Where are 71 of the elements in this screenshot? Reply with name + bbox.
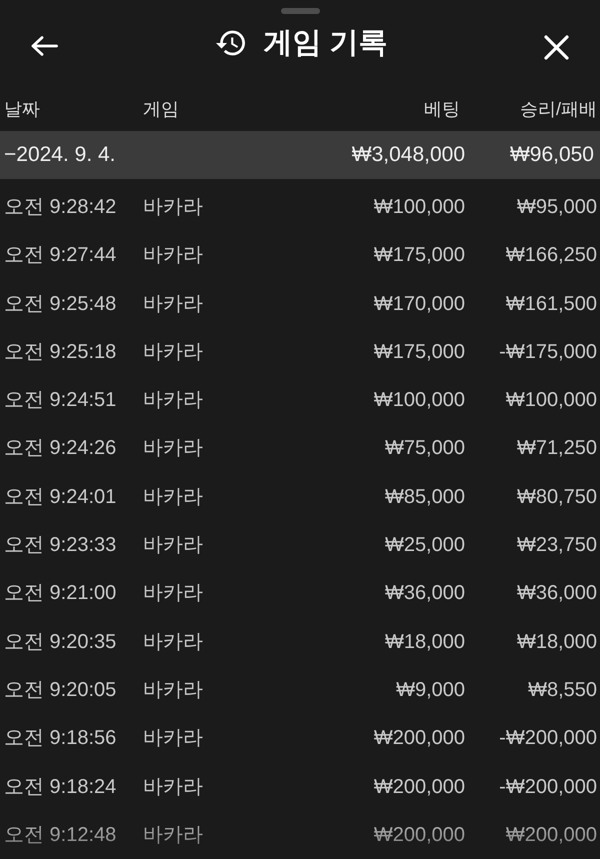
- drag-handle[interactable]: [280, 8, 320, 14]
- bet-cell-text: ₩36,000: [384, 581, 465, 606]
- window-title: 게임 기록: [263, 28, 388, 58]
- bet-cell-text: ₩200,000: [374, 822, 465, 848]
- bet-cell-text: ₩18,000: [384, 630, 465, 655]
- bet-cell-text: ₩200,000: [374, 774, 465, 800]
- result-cell-text: ₩161,500: [506, 292, 597, 317]
- result-cell-text: -₩200,000: [499, 726, 597, 752]
- game-cell: 바카라: [143, 727, 203, 750]
- time-cell: 오전 9:24:51: [4, 389, 116, 412]
- time-cell: 오전 9:24:01: [4, 486, 116, 508]
- result-total-text: ₩96,050: [510, 142, 594, 168]
- result-cell-text: ₩8,550: [528, 678, 597, 703]
- time-cell: 오전 9:21:00: [4, 582, 116, 604]
- game-column-header: 게임: [143, 98, 180, 121]
- result-cell-text: ₩200,000: [506, 822, 597, 848]
- close-button[interactable]: [543, 34, 570, 61]
- result-cell-text: ₩80,750: [516, 484, 597, 510]
- date-column-header: 날짜: [4, 98, 41, 121]
- game-cell: 바카라: [143, 534, 203, 556]
- time-cell: 오전 9:20:05: [4, 678, 116, 701]
- game-cell: 바카라: [143, 582, 203, 604]
- bet-cell-text: ₩175,000: [374, 340, 465, 365]
- bet-cell-text: ₩200,000: [374, 726, 465, 752]
- game-cell: 바카라: [143, 678, 203, 701]
- game-cell: 바카라: [143, 340, 203, 363]
- time-cell: 오전 9:18:56: [4, 727, 116, 750]
- close-icon: [544, 34, 569, 60]
- date-group-row[interactable]: −2024. 9. 4. ₩3,048,000 ₩96,050: [0, 130, 600, 179]
- game-cell: 바카라: [143, 776, 203, 798]
- game-cell: 바카라: [143, 630, 203, 653]
- game-cell: 바카라: [143, 824, 203, 846]
- result-cell-text: -₩200,000: [499, 774, 597, 800]
- group-date-text: −2024. 9. 4.: [4, 143, 116, 166]
- bet-cell-text: ₩100,000: [374, 194, 465, 220]
- back-button[interactable]: [31, 36, 58, 56]
- time-cell: 오전 9:18:24: [4, 776, 116, 798]
- bet-cell-text: ₩75,000: [384, 436, 465, 462]
- bet-cell-text: ₩170,000: [374, 292, 465, 317]
- result-cell-text: ₩166,250: [506, 243, 597, 268]
- result-cell-text: ₩95,000: [516, 194, 597, 220]
- game-cell: 바카라: [143, 244, 203, 266]
- bet-cell-text: ₩175,000: [374, 243, 465, 268]
- time-cell: 오전 9:12:48: [4, 824, 116, 846]
- time-cell: 오전 9:23:33: [4, 534, 116, 556]
- game-cell: 바카라: [143, 196, 203, 218]
- bet-total-text: ₩3,048,000: [352, 142, 465, 168]
- bet-column-header: 베팅: [423, 98, 461, 121]
- result-cell-text: ₩23,750: [516, 533, 597, 558]
- game-cell: 바카라: [143, 486, 203, 508]
- game-cell: 바카라: [143, 437, 203, 460]
- result-cell-text: ₩18,000: [516, 630, 597, 655]
- back-arrow-icon: [31, 36, 58, 56]
- result-cell-text: ₩36,000: [516, 581, 597, 606]
- result-cell-text: ₩71,250: [516, 436, 597, 462]
- time-cell: 오전 9:20:35: [4, 630, 116, 653]
- game-cell: 바카라: [143, 389, 203, 412]
- time-cell: 오전 9:25:18: [4, 340, 116, 363]
- time-cell: 오전 9:25:48: [4, 292, 116, 315]
- history-icon: [216, 30, 246, 56]
- time-cell: 오전 9:27:44: [4, 244, 116, 266]
- time-cell: 오전 9:24:26: [4, 437, 116, 460]
- result-column-header: 승리/패배: [518, 98, 597, 121]
- time-cell: 오전 9:28:42: [4, 196, 116, 218]
- bet-cell-text: ₩9,000: [396, 678, 465, 703]
- result-cell-text: -₩175,000: [499, 340, 597, 365]
- bet-cell-text: ₩100,000: [374, 388, 465, 414]
- bet-cell-text: ₩85,000: [384, 484, 465, 510]
- bet-cell-text: ₩25,000: [384, 533, 465, 558]
- game-cell: 바카라: [143, 292, 203, 315]
- result-cell-text: ₩100,000: [506, 388, 597, 414]
